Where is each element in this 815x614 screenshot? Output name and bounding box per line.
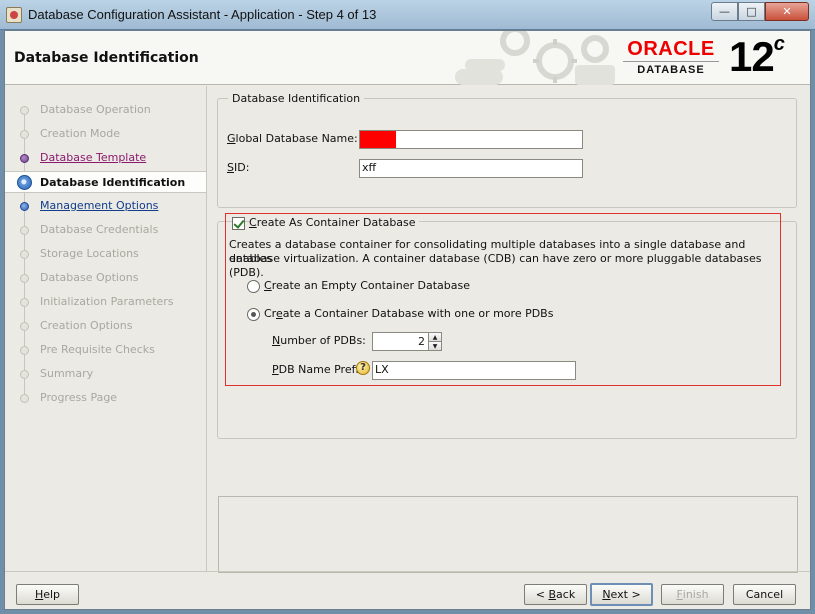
nav-item-label: Database Options [40,271,139,284]
cancel-button[interactable]: Cancel [733,584,796,605]
close-button[interactable]: ✕ [765,2,809,21]
finish-button[interactable]: Finish [661,584,724,605]
dialog-frame: Database Identification ORACLE DATABASE … [4,30,811,610]
stepper-down-icon[interactable]: ▼ [429,341,441,350]
nav-item[interactable]: Database Identification [5,171,206,193]
nav-item: Pre Requisite Checks [5,339,206,361]
step-status-icon [20,298,29,307]
container-with-pdbs-radio[interactable] [247,308,260,321]
pdb-name-prefix-label: PDB Name Prefix: [272,363,369,376]
step-navigation: Database Operation Creation Mode Database … [5,86,206,556]
nav-item: Storage Locations [5,243,206,265]
stepper-buttons: ▲ ▼ [428,333,441,350]
back-button[interactable]: < Back [524,584,587,605]
nav-item: Creation Mode [5,123,206,145]
container-database-label[interactable]: Create As Container Database [249,216,419,229]
global-database-name-input[interactable] [359,130,583,149]
nav-item-label: Summary [40,367,94,380]
sid-input[interactable]: xff [359,159,583,178]
version-number: 12 [729,33,775,80]
nav-item: Summary [5,363,206,385]
help-hint-icon[interactable]: ? [356,361,370,375]
logo-rule [623,61,719,62]
nav-item-label: Pre Requisite Checks [40,343,155,356]
oracle-logo-database: DATABASE [637,64,705,76]
container-with-pdbs-label[interactable]: Create a Container Database with one or … [264,307,553,320]
window-title: Database Configuration Assistant - Appli… [28,7,377,22]
nav-item-label[interactable]: Database Identification [40,176,185,189]
step-status-icon [20,202,29,211]
gears-graphic-icon [455,31,625,85]
step-status-icon [17,175,32,190]
version-suffix: c [773,33,785,55]
global-database-name-label: Global Database Name: [227,132,358,145]
panel-divider [206,86,207,571]
nav-item-label: Creation Options [40,319,133,332]
oracle-logo-word: ORACLE [627,38,715,60]
stepper-up-icon[interactable]: ▲ [429,333,441,341]
nav-item-label[interactable]: Management Options [40,199,158,212]
nav-item-label: Storage Locations [40,247,139,260]
nav-item: Database Options [5,267,206,289]
oracle-logo: ORACLE DATABASE [619,39,723,76]
number-of-pdbs-value[interactable]: 2 [373,333,428,350]
container-database-checkbox[interactable] [232,217,245,230]
step-status-icon [20,394,29,403]
help-button[interactable]: Help [16,584,79,605]
nav-item-label: Initialization Parameters [40,295,174,308]
nav-item: Database Operation [5,99,206,121]
nav-item-label: Creation Mode [40,127,121,140]
step-status-icon [20,322,29,331]
nav-item: Initialization Parameters [5,291,206,313]
page-title: Database Identification [14,50,199,66]
step-status-icon [20,346,29,355]
nav-item-label: Database Credentials [40,223,159,236]
step-status-icon [20,130,29,139]
minimize-button[interactable]: — [711,2,738,21]
number-of-pdbs-stepper[interactable]: 2 ▲ ▼ [372,332,442,351]
message-panel [218,496,798,573]
redacted-value [360,131,396,148]
pdb-name-prefix-input[interactable]: LX [372,361,576,380]
identification-legend: Database Identification [228,92,365,105]
step-status-icon [20,226,29,235]
step-header: Database Identification ORACLE DATABASE … [5,31,810,85]
nav-item-label[interactable]: Database Template [40,151,146,164]
nav-item: Progress Page [5,387,206,409]
number-of-pdbs-label: Number of PDBs: [272,334,366,347]
container-description-line-2: database virtualization. A container dat… [229,252,762,279]
empty-container-label[interactable]: Create an Empty Container Database [264,279,470,292]
nav-item-label: Progress Page [40,391,118,404]
window-titlebar[interactable]: Database Configuration Assistant - Appli… [0,0,815,30]
window-controls: — □ ✕ [711,2,809,21]
nav-item: Database Credentials [5,219,206,241]
step-status-icon [20,370,29,379]
step-status-icon [20,106,29,115]
java-app-icon [6,7,22,23]
next-button[interactable]: Next > [590,583,653,606]
nav-item-label: Database Operation [40,103,151,116]
identification-group: Database Identification [217,92,797,208]
empty-container-radio[interactable] [247,280,260,293]
nav-item: Creation Options [5,315,206,337]
step-status-icon [20,274,29,283]
button-bar-divider [5,571,810,572]
step-status-icon [20,250,29,259]
step-status-icon [20,154,29,163]
nav-item[interactable]: Database Template [5,147,206,169]
version-badge: 12c [729,33,785,81]
maximize-button[interactable]: □ [738,2,765,21]
nav-item[interactable]: Management Options [5,195,206,217]
sid-label: SID: [227,161,250,174]
